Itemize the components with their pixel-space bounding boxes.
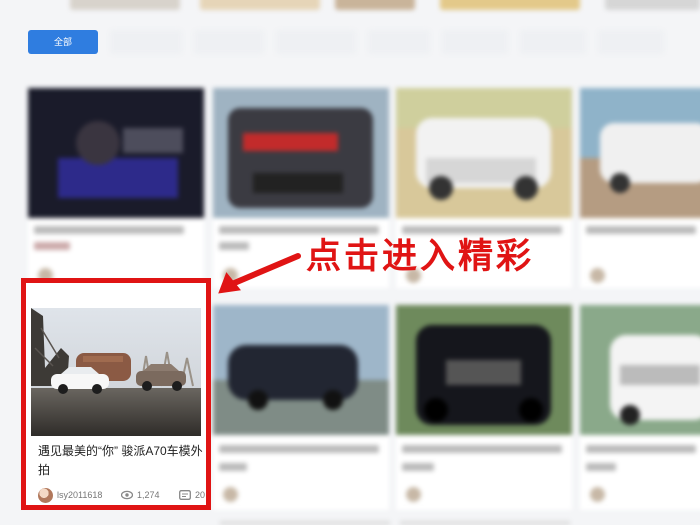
post-title[interactable] — [34, 226, 184, 234]
partial-card — [440, 0, 580, 10]
avatar — [590, 268, 605, 283]
post-thumbnail — [396, 305, 572, 435]
highlighted-post-card[interactable]: 遇见最美的“你” 骏派A70车模外拍 lsy2011618 1,274 20 — [21, 278, 211, 510]
post-title[interactable] — [586, 226, 696, 234]
tab-filter[interactable] — [598, 30, 664, 54]
post-title — [34, 242, 70, 250]
post-meta — [223, 487, 373, 503]
avatar[interactable] — [38, 488, 53, 503]
post-meta — [406, 487, 556, 503]
tab-filter[interactable] — [276, 30, 356, 54]
post-card[interactable] — [580, 305, 700, 510]
avatar — [406, 487, 421, 502]
view-count: 1,274 — [137, 490, 160, 500]
post-title[interactable]: 遇见最美的“你” 骏派A70车模外拍 — [38, 442, 203, 480]
post-card[interactable] — [580, 88, 700, 288]
post-title[interactable] — [586, 445, 696, 453]
post-thumbnail — [213, 305, 389, 435]
post-title — [586, 463, 616, 471]
post-title — [402, 463, 434, 471]
top-card-strip — [0, 0, 700, 16]
partial-card — [70, 0, 180, 10]
post-card[interactable] — [396, 305, 572, 510]
author-name[interactable]: lsy2011618 — [57, 490, 102, 500]
post-meta: lsy2011618 1,274 20 — [38, 488, 206, 504]
annotation-text: 点击进入精彩 — [306, 237, 535, 277]
tab-all[interactable]: 全部 — [28, 30, 98, 54]
post-thumbnail — [580, 88, 700, 218]
post-card[interactable] — [213, 305, 389, 510]
tab-filter[interactable] — [442, 30, 508, 54]
avatar — [223, 487, 238, 502]
partial-card — [220, 521, 390, 525]
post-title[interactable] — [402, 445, 562, 453]
tab-filter[interactable] — [194, 30, 264, 54]
comment-icon — [179, 490, 191, 500]
partial-card — [400, 521, 570, 525]
post-card[interactable] — [28, 88, 204, 288]
post-title[interactable] — [219, 445, 379, 453]
partial-card — [200, 0, 320, 10]
tab-filter[interactable] — [520, 30, 586, 54]
post-thumbnail — [213, 88, 389, 218]
comment-count: 20 — [195, 490, 206, 500]
tab-filter[interactable] — [110, 30, 182, 54]
filter-tabs: 全部 — [28, 30, 700, 54]
tab-filter[interactable] — [368, 30, 430, 54]
eye-icon — [121, 490, 133, 500]
next-row-edge — [0, 515, 700, 525]
post-title — [219, 242, 249, 250]
post-meta — [590, 487, 700, 503]
post-meta — [590, 268, 700, 284]
post-thumbnail — [396, 88, 572, 218]
post-thumbnail — [580, 305, 700, 435]
partial-card — [605, 0, 700, 10]
post-thumbnail — [31, 308, 201, 436]
post-title — [219, 463, 247, 471]
avatar — [590, 487, 605, 502]
post-thumbnail — [28, 88, 204, 218]
partial-card — [335, 0, 415, 10]
arrow-icon — [218, 253, 301, 294]
